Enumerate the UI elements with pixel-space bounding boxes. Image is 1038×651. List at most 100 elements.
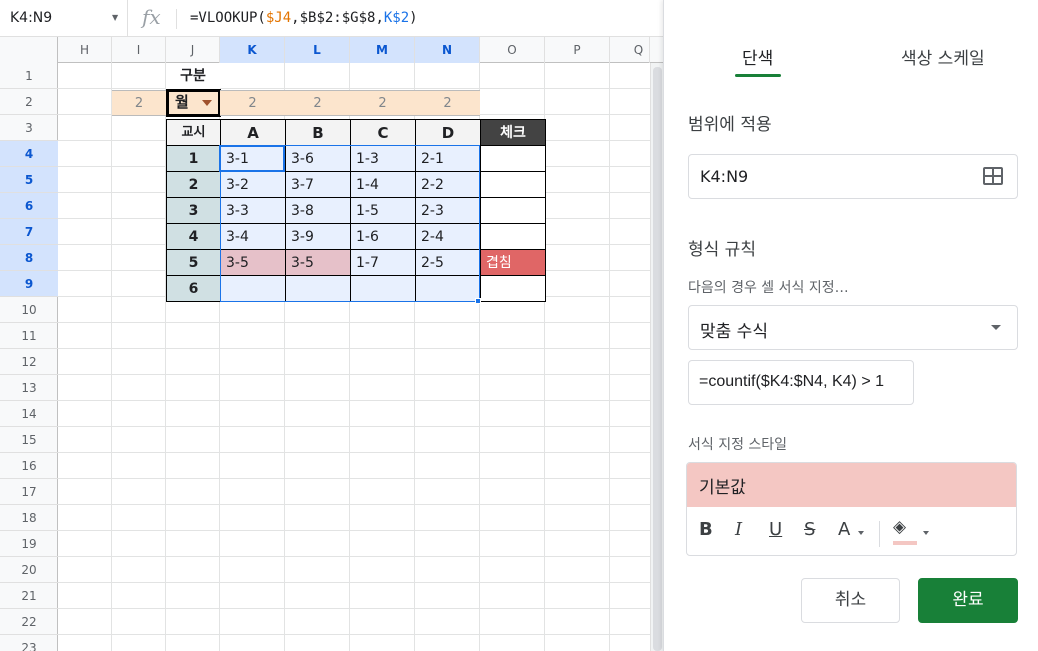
cell-j1[interactable]: 구분 [166,63,220,89]
select-range-icon[interactable] [983,167,1003,185]
cell-n6[interactable]: 2-3 [415,197,481,224]
cell-o6[interactable] [480,197,546,224]
row-header[interactable]: 17 [0,479,58,505]
row-header[interactable]: 14 [0,401,58,427]
row-header[interactable]: 1 [0,63,58,89]
cell-j5[interactable]: 2 [166,171,221,198]
vertical-scrollbar[interactable] [650,63,663,651]
cell-m7[interactable]: 1-6 [350,223,416,250]
cell-k8[interactable]: 3-5 [220,249,286,276]
column-header-h[interactable]: H [58,37,112,63]
row-header[interactable]: 22 [0,609,58,635]
cell-m9[interactable] [350,275,416,302]
text-color-button[interactable]: A [838,519,850,540]
cell-m2[interactable]: 2 [350,90,415,116]
cell-l9[interactable] [285,275,351,302]
tab-single-color[interactable]: 단색 [742,44,773,69]
dropdown-arrow-icon[interactable] [202,100,212,106]
style-preview[interactable]: 기본값 [687,463,1016,507]
cell-l7[interactable]: 3-9 [285,223,351,250]
row-header[interactable]: 3 [0,115,58,141]
cell-m6[interactable]: 1-5 [350,197,416,224]
name-box[interactable]: K4:N9 [0,0,128,37]
row-header[interactable]: 5 [0,167,58,193]
cell-l6[interactable]: 3-8 [285,197,351,224]
column-header-p[interactable]: P [545,37,610,63]
cell-n9[interactable] [415,275,481,302]
scrollbar-thumb[interactable] [653,67,662,651]
fill-color-icon[interactable]: ◈ [893,517,906,537]
cell-o9[interactable] [480,275,546,302]
cell-j8[interactable]: 5 [166,249,221,276]
cell-j7[interactable]: 4 [166,223,221,250]
column-header-i[interactable]: I [112,37,166,63]
column-header-o[interactable]: O [480,37,545,63]
column-header-k[interactable]: K [220,37,285,63]
cell-o4[interactable] [480,145,546,172]
cell-m5[interactable]: 1-4 [350,171,416,198]
row-header[interactable]: 11 [0,323,58,349]
underline-button[interactable]: U [769,519,782,540]
cell-n7[interactable]: 2-4 [415,223,481,250]
row-header[interactable]: 2 [0,89,58,115]
cell-i2[interactable]: 2 [112,90,166,116]
dropdown-cell-j2[interactable]: 월 [166,89,221,117]
cell-n5[interactable]: 2-2 [415,171,481,198]
row-header[interactable]: 19 [0,531,58,557]
fill-handle[interactable] [475,298,481,304]
cell-o5[interactable] [480,171,546,198]
select-all-corner[interactable] [0,37,58,63]
row-header[interactable]: 9 [0,271,58,297]
column-header-j[interactable]: J [166,37,220,63]
range-input[interactable]: K4:N9 [688,154,1018,199]
cell-k7[interactable]: 3-4 [220,223,286,250]
cell-o3[interactable]: 체크 [480,119,546,146]
condition-select[interactable]: 맞춤 수식 [688,305,1018,350]
cancel-button[interactable]: 취소 [801,578,900,623]
cell-j3[interactable]: 교시 [166,119,221,146]
cell-m4[interactable]: 1-3 [350,145,416,172]
column-header-q[interactable]: Q [610,37,650,63]
cell-n3[interactable]: D [415,119,481,146]
cell-k5[interactable]: 3-2 [220,171,286,198]
cell-n8[interactable]: 2-5 [415,249,481,276]
bold-button[interactable]: B [699,519,713,540]
tab-color-scale[interactable]: 색상 스케일 [901,44,985,69]
row-header[interactable]: 18 [0,505,58,531]
row-header[interactable]: 12 [0,349,58,375]
cell-o7[interactable] [480,223,546,250]
cell-n4[interactable]: 2-1 [415,145,481,172]
cell-l2[interactable]: 2 [285,90,350,116]
row-header[interactable]: 23 [0,635,58,651]
cell-l5[interactable]: 3-7 [285,171,351,198]
italic-button[interactable]: I [735,519,742,540]
cell-n2[interactable]: 2 [415,90,480,116]
custom-formula-input[interactable]: =countif($K4:$N4, K4) > 1 [688,360,914,405]
row-header[interactable]: 6 [0,193,58,219]
cell-k2[interactable]: 2 [220,90,285,116]
cell-m3[interactable]: C [350,119,416,146]
chevron-down-icon[interactable]: ▼ [112,13,118,22]
column-header-n[interactable]: N [415,37,480,63]
row-header[interactable]: 20 [0,557,58,583]
cell-k4[interactable]: 3-1 [220,145,286,172]
done-button[interactable]: 완료 [918,578,1018,623]
row-header[interactable]: 7 [0,219,58,245]
row-header[interactable]: 16 [0,453,58,479]
row-header[interactable]: 15 [0,427,58,453]
cell-l3[interactable]: B [285,119,351,146]
cell-m8[interactable]: 1-7 [350,249,416,276]
cell-k6[interactable]: 3-3 [220,197,286,224]
strikethrough-button[interactable]: S [804,519,815,540]
row-header[interactable]: 21 [0,583,58,609]
cell-k9[interactable] [220,275,286,302]
column-header-l[interactable]: L [285,37,350,63]
spreadsheet-grid[interactable]: 구분 2 월 2 2 2 2 교시 A B C D 체크 1 2 3 4 5 6… [58,63,650,651]
cell-j4[interactable]: 1 [166,145,221,172]
row-header[interactable]: 10 [0,297,58,323]
cell-o8[interactable]: 겹침 [480,249,546,276]
row-header[interactable]: 13 [0,375,58,401]
cell-j9[interactable]: 6 [166,275,221,302]
row-header[interactable]: 4 [0,141,58,167]
column-header-m[interactable]: M [350,37,415,63]
